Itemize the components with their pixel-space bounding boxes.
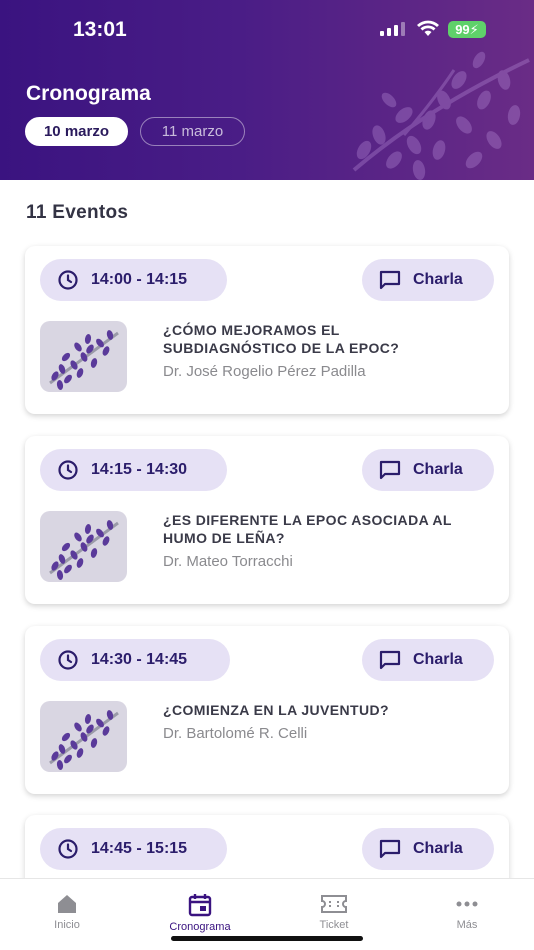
event-time: 14:15 - 14:30 bbox=[91, 461, 188, 478]
event-title: ¿CÓMO MEJORAMOS EL SUBDIAGNÓSTICO DE LA … bbox=[163, 321, 483, 357]
event-card[interactable]: 14:00 - 14:15 Charla ¿CÓMO MEJORAMOS EL … bbox=[25, 246, 509, 414]
event-title-line: SUBDIAGNÓSTICO DE LA EPOC? bbox=[163, 340, 400, 356]
clock-icon bbox=[58, 839, 78, 859]
status-time: 13:01 bbox=[73, 18, 127, 41]
more-icon bbox=[456, 901, 478, 907]
type-pill[interactable]: Charla bbox=[362, 259, 494, 301]
chat-icon bbox=[379, 460, 401, 480]
event-type: Charla bbox=[413, 651, 463, 668]
clock-icon bbox=[58, 460, 78, 480]
event-time: 14:00 - 14:15 bbox=[91, 271, 188, 288]
time-pill[interactable]: 14:15 - 14:30 bbox=[40, 449, 227, 491]
event-title-line: ¿CÓMO MEJORAMOS EL bbox=[163, 322, 340, 338]
battery-indicator: 99⚡ bbox=[448, 21, 486, 38]
time-pill[interactable]: 14:30 - 14:45 bbox=[40, 639, 230, 681]
home-indicator bbox=[171, 936, 363, 941]
event-title: ¿COMIENZA EN LA JUVENTUD? bbox=[163, 701, 483, 719]
event-title-line: ¿COMIENZA EN LA JUVENTUD? bbox=[163, 702, 389, 718]
charging-icon: ⚡ bbox=[469, 22, 479, 37]
ticket-icon bbox=[321, 895, 347, 913]
event-title-line: ¿ES DIFERENTE LA EPOC ASOCIADA AL bbox=[163, 512, 452, 528]
type-pill[interactable]: Charla bbox=[362, 828, 494, 870]
tab-ticket[interactable]: Ticket bbox=[294, 893, 374, 931]
chat-icon bbox=[379, 270, 401, 290]
clock-icon bbox=[58, 270, 78, 290]
wifi-icon bbox=[417, 20, 439, 36]
page-title: Cronograma bbox=[26, 82, 151, 105]
event-speaker: Dr. Bartolomé R. Celli bbox=[163, 725, 308, 742]
event-speaker: Dr. José Rogelio Pérez Padilla bbox=[163, 363, 366, 380]
event-time: 14:45 - 15:15 bbox=[91, 840, 188, 857]
chat-icon bbox=[379, 650, 401, 670]
events-count: 11 Eventos bbox=[26, 202, 129, 223]
event-speaker: Dr. Mateo Torracchi bbox=[163, 553, 293, 570]
tab-label: Ticket bbox=[319, 919, 349, 931]
leaves-thumbnail-icon bbox=[49, 710, 119, 770]
home-icon bbox=[58, 895, 76, 913]
event-thumbnail bbox=[40, 511, 127, 582]
event-type: Charla bbox=[413, 461, 463, 478]
tab-label: Más bbox=[456, 919, 478, 931]
leaves-decoration bbox=[352, 51, 530, 180]
event-card[interactable]: 14:15 - 14:30 Charla ¿ES DIFERENTE LA EP… bbox=[25, 436, 509, 604]
date-tab-10-marzo[interactable]: 10 marzo bbox=[25, 117, 128, 146]
time-pill[interactable]: 14:45 - 15:15 bbox=[40, 828, 227, 870]
leaves-thumbnail-icon bbox=[49, 330, 119, 390]
battery-level: 99 bbox=[455, 22, 470, 37]
event-title-line: HUMO DE LEÑA? bbox=[163, 530, 285, 546]
calendar-icon bbox=[188, 894, 212, 917]
type-pill[interactable]: Charla bbox=[362, 639, 494, 681]
tab-label: Cronograma bbox=[169, 921, 231, 933]
chat-icon bbox=[379, 839, 401, 859]
tab-cronograma[interactable]: Cronograma bbox=[160, 893, 240, 933]
type-pill[interactable]: Charla bbox=[362, 449, 494, 491]
tab-inicio[interactable]: Inicio bbox=[27, 893, 107, 931]
event-title: ¿ES DIFERENTE LA EPOC ASOCIADA AL HUMO D… bbox=[163, 511, 483, 547]
clock-icon bbox=[58, 650, 78, 670]
tab-label: Inicio bbox=[54, 919, 80, 931]
event-thumbnail bbox=[40, 321, 127, 392]
event-type: Charla bbox=[413, 840, 463, 857]
event-thumbnail bbox=[40, 701, 127, 772]
date-tab-11-marzo[interactable]: 11 marzo bbox=[140, 117, 245, 146]
time-pill[interactable]: 14:00 - 14:15 bbox=[40, 259, 227, 301]
event-card[interactable]: 14:30 - 14:45 Charla ¿COMIENZA EN LA JUV… bbox=[25, 626, 509, 794]
leaves-thumbnail-icon bbox=[49, 520, 119, 580]
header: 13:01 99⚡ Cronograma 10 marzo 11 marzo bbox=[0, 0, 534, 180]
signal-icon bbox=[380, 22, 405, 36]
screen: 13:01 99⚡ Cronograma 10 marzo 11 marzo 1… bbox=[0, 0, 534, 950]
event-type: Charla bbox=[413, 271, 463, 288]
event-time: 14:30 - 14:45 bbox=[91, 651, 188, 668]
tab-mas[interactable]: Más bbox=[427, 893, 507, 931]
